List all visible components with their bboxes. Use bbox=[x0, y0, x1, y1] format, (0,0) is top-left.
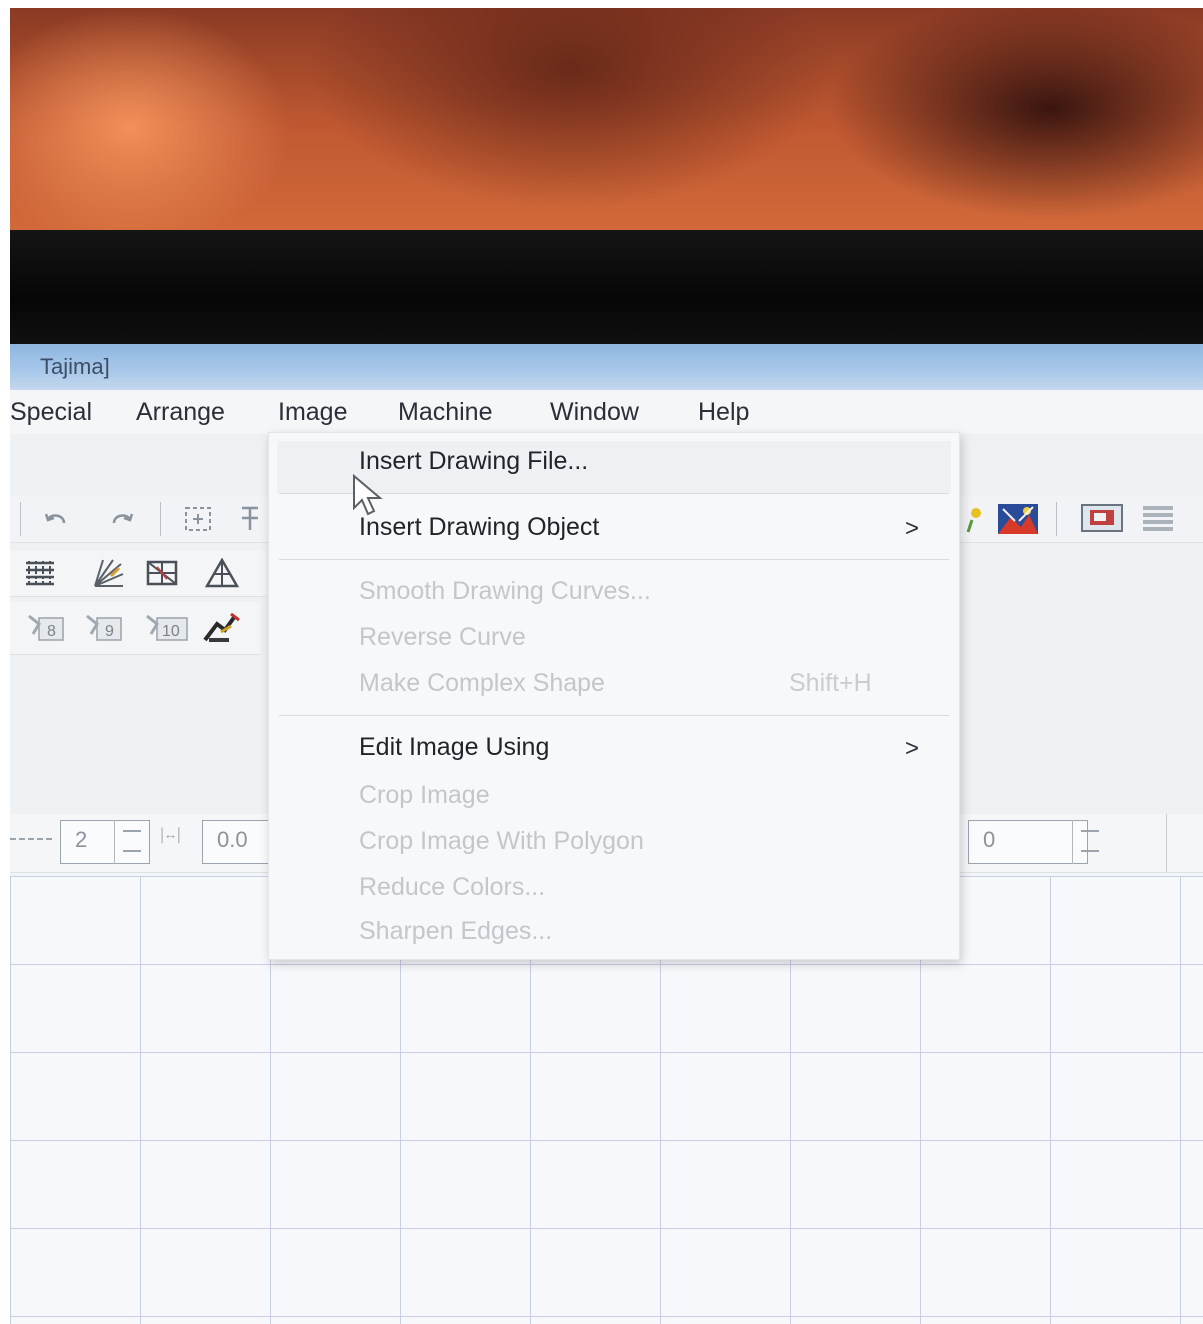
menu-item-insert-drawing-object[interactable]: Insert Drawing Object bbox=[359, 513, 599, 542]
mouse-pointer-icon bbox=[352, 473, 386, 522]
menu-separator bbox=[279, 559, 949, 560]
photo-background bbox=[10, 8, 1203, 236]
undo-icon[interactable] bbox=[38, 501, 74, 537]
menu-separator bbox=[279, 715, 949, 716]
count-spin-arrows[interactable] bbox=[114, 820, 151, 864]
menu-machine[interactable]: Machine bbox=[398, 398, 493, 427]
chevron-right-icon: > bbox=[905, 735, 920, 762]
stitch-9-label: 9 bbox=[105, 623, 114, 640]
angle-spin-field[interactable]: 0 bbox=[968, 820, 1088, 864]
toolbar-separator bbox=[1056, 502, 1057, 536]
dots-grid-icon[interactable] bbox=[1140, 501, 1176, 537]
menu-arrange[interactable]: Arrange bbox=[136, 398, 225, 427]
angle-spin-arrows[interactable] bbox=[1072, 820, 1109, 864]
menu-item-reduce-colors: Reduce Colors... bbox=[359, 873, 546, 901]
triangle-icon[interactable] bbox=[204, 555, 240, 591]
stitch-9-icon[interactable]: 9 bbox=[82, 607, 126, 647]
redo-icon[interactable] bbox=[104, 501, 140, 537]
window-title: Tajima] bbox=[40, 354, 110, 379]
monitor-icon[interactable] bbox=[1078, 501, 1126, 537]
menu-item-smooth-drawing-curves: Smooth Drawing Curves... bbox=[359, 577, 651, 605]
tool-icon[interactable] bbox=[200, 607, 244, 647]
shortcut-make-complex-shape: Shift+H bbox=[789, 669, 872, 697]
toolbar-row-stitch-types bbox=[10, 550, 266, 597]
monitor-bezel bbox=[10, 230, 1203, 344]
toolbar-row-stitch-presets: 8 9 10 bbox=[10, 602, 260, 655]
menu-item-make-complex-shape: Make Complex Shape bbox=[359, 669, 605, 697]
grid-fill-icon[interactable] bbox=[144, 555, 180, 591]
menu-special[interactable]: Special bbox=[10, 398, 92, 427]
select-icon[interactable] bbox=[180, 501, 216, 537]
toolbar-separator bbox=[160, 502, 161, 536]
menu-item-insert-drawing-file[interactable]: Insert Drawing File... bbox=[359, 447, 588, 476]
spacing-spin-field[interactable]: 0.0 bbox=[202, 820, 278, 864]
count-value: 2 bbox=[75, 827, 88, 852]
node-edit-icon[interactable] bbox=[232, 501, 268, 537]
spacing-icon: │↔│ bbox=[158, 828, 184, 844]
menu-bar: Special Arrange Image Machine Window Hel… bbox=[10, 390, 1203, 435]
image-icon[interactable] bbox=[996, 501, 1040, 537]
menu-help[interactable]: Help bbox=[698, 398, 749, 427]
spacing-glyph bbox=[10, 838, 52, 846]
stitch-8-icon[interactable]: 8 bbox=[24, 607, 68, 647]
menu-item-reverse-curve: Reverse Curve bbox=[359, 623, 526, 651]
menu-image[interactable]: Image bbox=[278, 398, 347, 427]
menu-item-sharpen-edges: Sharpen Edges... bbox=[359, 917, 553, 945]
angle-value: 0 bbox=[983, 827, 996, 852]
stitch-10-icon[interactable]: 10 bbox=[142, 607, 190, 647]
title-bar: Tajima] bbox=[10, 344, 1203, 390]
toolbar-separator bbox=[20, 502, 21, 536]
menu-item-edit-image-using[interactable]: Edit Image Using bbox=[359, 733, 549, 762]
menu-item-crop-image-with-polygon: Crop Image With Polygon bbox=[359, 827, 644, 855]
spacing-value: 0.0 bbox=[217, 827, 248, 852]
toolbar-separator bbox=[1166, 814, 1167, 872]
flower-icon[interactable] bbox=[956, 501, 992, 537]
fill-stitch-icon[interactable] bbox=[22, 555, 58, 591]
menu-window[interactable]: Window bbox=[550, 398, 639, 427]
stitch-8-label: 8 bbox=[47, 623, 56, 640]
chevron-right-icon: > bbox=[905, 515, 920, 542]
menu-item-crop-image: Crop Image bbox=[359, 781, 490, 809]
stitch-10-label: 10 bbox=[162, 623, 180, 640]
fan-stitch-icon[interactable] bbox=[90, 555, 126, 591]
